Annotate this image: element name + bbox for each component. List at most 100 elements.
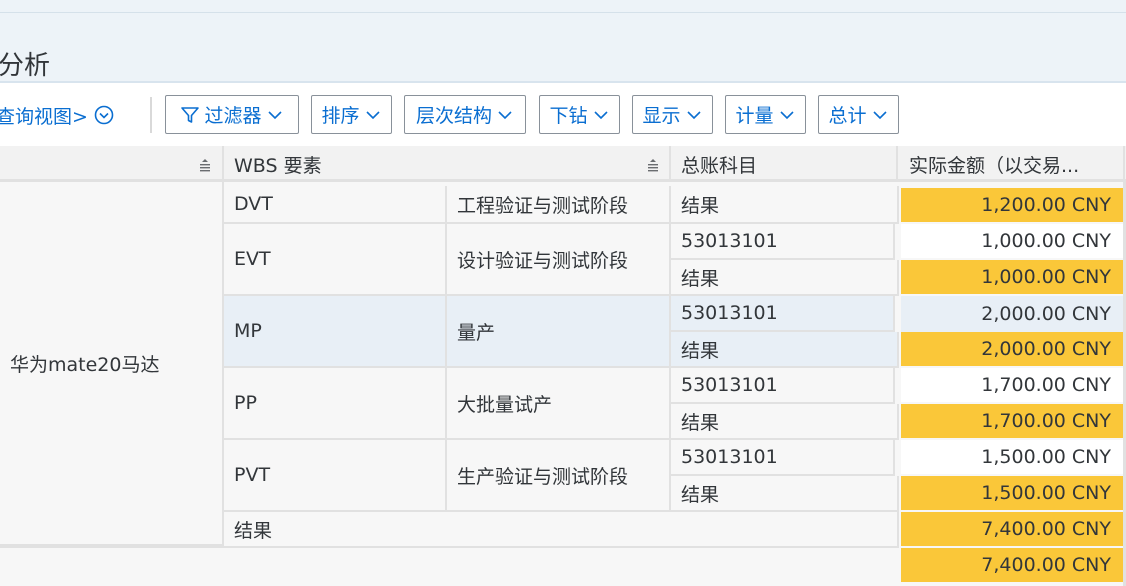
account-label: 53013101 bbox=[681, 230, 778, 252]
filter-button-label: 过滤器 bbox=[204, 105, 262, 127]
totals-button[interactable]: 总计 bbox=[818, 95, 899, 134]
amount-cell[interactable]: 1,700.00 CNY bbox=[901, 368, 1123, 402]
amount-value: 1,200.00 CNY bbox=[981, 194, 1111, 216]
account-label: 结果 bbox=[681, 411, 720, 434]
amount-value: 1,700.00 CNY bbox=[981, 374, 1111, 396]
column-header-account[interactable]: 总账科目 bbox=[671, 146, 895, 182]
account-label: 53013101 bbox=[681, 446, 778, 468]
wbs-name: 生产验证与测试阶段 bbox=[457, 465, 629, 488]
column-separator bbox=[896, 146, 898, 182]
account-label: 结果 bbox=[681, 483, 720, 506]
amount-value: 7,400.00 CNY bbox=[981, 554, 1111, 576]
amount-cell[interactable]: 7,400.00 CNY bbox=[901, 512, 1123, 546]
hierarchy-button[interactable]: 层次结构 bbox=[404, 95, 526, 134]
project-result-cell[interactable]: 结果 bbox=[224, 512, 899, 548]
wbs-code-cell[interactable]: EVT bbox=[224, 224, 447, 296]
sort-button[interactable]: 排序 bbox=[311, 95, 392, 134]
amount-value: 7,400.00 CNY bbox=[981, 518, 1111, 540]
project-label: 华为mate20马达 bbox=[10, 353, 160, 376]
amount-value: 1,000.00 CNY bbox=[981, 266, 1111, 288]
measure-button-label: 计量 bbox=[735, 105, 774, 127]
grand-total-amount-cell[interactable]: 7,400.00 CNY bbox=[901, 548, 1123, 582]
wbs-name: 工程验证与测试阶段 bbox=[457, 194, 629, 217]
drilldown-button[interactable]: 下钻 bbox=[539, 95, 620, 134]
wbs-code-cell[interactable]: PP bbox=[224, 368, 447, 440]
account-label: 结果 bbox=[681, 267, 720, 290]
wbs-name: 设计验证与测试阶段 bbox=[457, 249, 629, 272]
totals-button-label: 总计 bbox=[828, 105, 867, 127]
amount-value: 1,500.00 CNY bbox=[981, 446, 1111, 468]
chevron-circle-down-icon bbox=[94, 105, 114, 125]
amount-value: 2,000.00 CNY bbox=[981, 338, 1111, 360]
chevron-down-icon bbox=[686, 110, 701, 119]
chevron-down-icon bbox=[593, 110, 608, 119]
project-cell[interactable]: 华为mate20马达 bbox=[0, 182, 224, 546]
toolbar-separator bbox=[150, 97, 152, 133]
account-label: 结果 bbox=[681, 194, 720, 217]
hierarchy-button-label: 层次结构 bbox=[415, 105, 492, 127]
column-sort-icon[interactable] bbox=[646, 158, 660, 172]
account-cell[interactable]: 53013101 bbox=[671, 296, 895, 332]
wbs-name-cell[interactable]: 设计验证与测试阶段 bbox=[447, 224, 671, 296]
column-sort-icon[interactable] bbox=[198, 158, 212, 172]
chevron-down-icon bbox=[779, 110, 794, 119]
filter-button[interactable]: 过滤器 bbox=[165, 95, 299, 134]
account-cell[interactable]: 53013101 bbox=[671, 368, 895, 404]
amount-cell[interactable]: 1,200.00 CNY bbox=[901, 188, 1123, 222]
account-label: 结果 bbox=[681, 339, 720, 362]
account-cell[interactable]: 结果 bbox=[671, 260, 899, 296]
wbs-name-cell[interactable]: 工程验证与测试阶段 bbox=[447, 186, 671, 224]
display-button-label: 显示 bbox=[642, 105, 681, 127]
query-view-label: 查询视图> bbox=[0, 105, 88, 128]
project-result-label: 结果 bbox=[234, 519, 273, 542]
wbs-code-cell[interactable]: MP bbox=[224, 296, 447, 368]
wbs-name: 量产 bbox=[457, 321, 496, 344]
wbs-name: 大批量试产 bbox=[457, 393, 553, 416]
account-cell[interactable]: 53013101 bbox=[671, 440, 895, 476]
drilldown-button-label: 下钻 bbox=[549, 105, 588, 127]
amount-value: 1,700.00 CNY bbox=[981, 410, 1111, 432]
measure-button[interactable]: 计量 bbox=[725, 95, 806, 134]
amount-cell[interactable]: 1,000.00 CNY bbox=[901, 260, 1123, 294]
amount-value: 2,000.00 CNY bbox=[981, 303, 1111, 325]
amount-cell[interactable]: 2,000.00 CNY bbox=[901, 296, 1123, 332]
amount-value: 1,000.00 CNY bbox=[981, 230, 1111, 252]
wbs-name-cell[interactable]: 生产验证与测试阶段 bbox=[447, 440, 671, 512]
wbs-code-cell[interactable]: PVT bbox=[224, 440, 447, 512]
wbs-code: DVT bbox=[234, 193, 273, 215]
amount-cell[interactable]: 1,700.00 CNY bbox=[901, 404, 1123, 438]
filter-icon bbox=[181, 106, 200, 123]
account-cell[interactable]: 53013101 bbox=[671, 224, 895, 260]
wbs-code-cell[interactable]: DVT bbox=[224, 186, 447, 224]
account-cell[interactable]: 结果 bbox=[671, 404, 899, 440]
account-cell[interactable]: 结果 bbox=[671, 476, 899, 512]
wbs-code: PVT bbox=[234, 464, 271, 486]
wbs-code: PP bbox=[234, 392, 257, 414]
column-separator bbox=[1123, 146, 1125, 182]
amount-cell[interactable]: 2,000.00 CNY bbox=[901, 332, 1123, 366]
amount-value: 1,500.00 CNY bbox=[981, 482, 1111, 504]
amount-cell[interactable]: 1,500.00 CNY bbox=[901, 476, 1123, 510]
column-header-wbs[interactable]: WBS 要素 bbox=[224, 146, 644, 182]
wbs-name-cell[interactable]: 大批量试产 bbox=[447, 368, 671, 440]
amount-cell[interactable]: 1,000.00 CNY bbox=[901, 224, 1123, 258]
display-button[interactable]: 显示 bbox=[632, 95, 713, 134]
page-title: 分析 bbox=[0, 51, 51, 81]
wbs-code: MP bbox=[234, 320, 262, 342]
wbs-code: EVT bbox=[234, 248, 271, 270]
column-header-amount[interactable]: 实际金额（以交易... bbox=[899, 146, 1123, 182]
account-cell[interactable]: 结果 bbox=[671, 186, 899, 224]
chevron-down-icon bbox=[267, 110, 282, 119]
grand-total-row bbox=[0, 546, 897, 586]
chevron-down-icon bbox=[365, 110, 380, 119]
chevron-down-icon bbox=[872, 110, 887, 119]
amount-cell[interactable]: 1,500.00 CNY bbox=[901, 440, 1123, 474]
header-divider bbox=[0, 12, 1126, 13]
sort-button-label: 排序 bbox=[321, 105, 360, 127]
chevron-down-icon bbox=[498, 110, 512, 119]
query-view-selector[interactable]: 查询视图> bbox=[0, 100, 114, 130]
wbs-name-cell[interactable]: 量产 bbox=[447, 296, 671, 368]
account-cell[interactable]: 结果 bbox=[671, 332, 899, 368]
account-label: 53013101 bbox=[681, 302, 778, 324]
account-label: 53013101 bbox=[681, 374, 778, 396]
